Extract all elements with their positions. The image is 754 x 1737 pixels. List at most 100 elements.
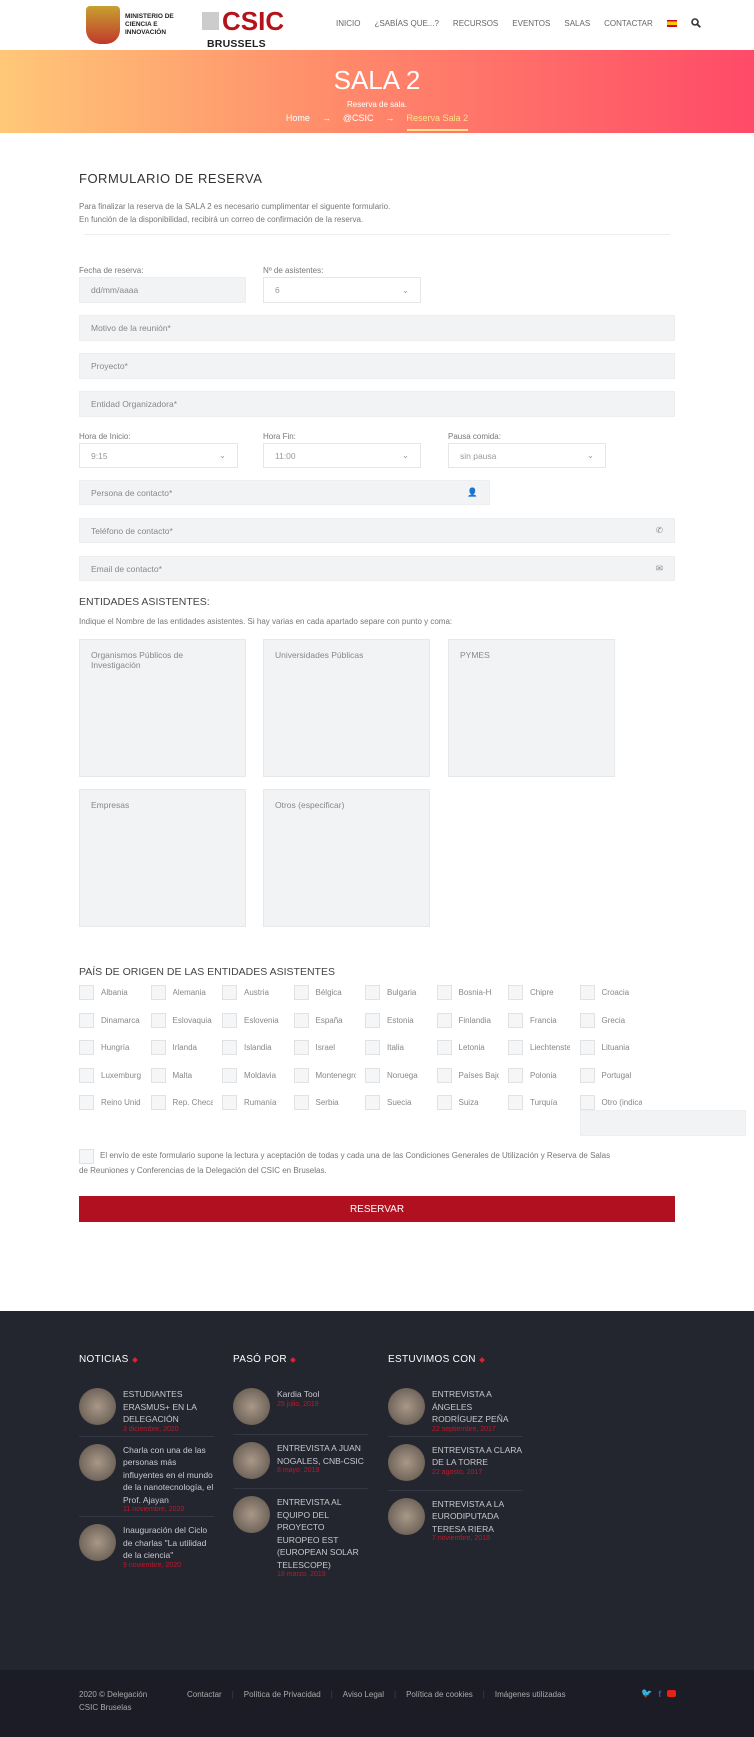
- post-title[interactable]: ENTREVISTA A CLARA DE LA TORRE: [432, 1444, 524, 1469]
- post-title[interactable]: ENTREVISTA A ÁNGELES RODRÍGUEZ PEÑA: [432, 1388, 524, 1426]
- country-checkbox[interactable]: [222, 985, 237, 1000]
- country-checkbox[interactable]: [79, 1040, 94, 1055]
- start-time-select[interactable]: 9:15 ⌄: [79, 443, 238, 468]
- footer-post[interactable]: ENTREVISTA A LA EURODIPUTADA TERESA RIER…: [388, 1497, 524, 1542]
- youtube-icon[interactable]: [667, 1690, 677, 1697]
- country-checkbox[interactable]: [79, 1012, 94, 1028]
- country-checkbox[interactable]: [293, 1095, 309, 1110]
- country-checkbox[interactable]: [79, 985, 94, 1000]
- motivo-input[interactable]: Motivo de la reunión*: [79, 315, 675, 341]
- attendees-select[interactable]: 6 ⌄: [263, 277, 421, 303]
- nav-eventos[interactable]: EVENTOS: [512, 19, 550, 28]
- post-title[interactable]: ENTREVISTA AL EQUIPO DEL PROYECTO EUROPE…: [277, 1496, 369, 1571]
- country-checkbox[interactable]: [579, 985, 595, 1000]
- spain-flag-icon[interactable]: [666, 19, 677, 27]
- reservar-button[interactable]: RESERVAR: [79, 1196, 675, 1222]
- textarea-empresas[interactable]: Empresas: [79, 789, 246, 927]
- country-checkbox[interactable]: [436, 1040, 452, 1055]
- nav-contactar[interactable]: CONTACTAR: [604, 19, 653, 28]
- search-icon[interactable]: [690, 18, 701, 28]
- country-checkbox[interactable]: [150, 1095, 166, 1110]
- contact-person-input[interactable]: Persona de contacto* 👤: [79, 480, 490, 505]
- country-checkbox[interactable]: [436, 1067, 452, 1083]
- post-title[interactable]: ENTREVISTA A JUAN NOGALES, CNB-CSIC: [277, 1442, 369, 1467]
- country-checkbox[interactable]: [79, 1067, 94, 1083]
- lunch-select[interactable]: sin pausa ⌄: [448, 443, 606, 468]
- breadcrumb-csic[interactable]: @CSIC: [343, 113, 374, 131]
- country-checkbox[interactable]: [365, 1067, 380, 1083]
- country-checkbox[interactable]: [150, 1040, 166, 1055]
- proyecto-input[interactable]: Proyecto*: [79, 353, 675, 379]
- footer-post[interactable]: Kardia Tool 25 julio, 2019: [233, 1388, 369, 1425]
- country-checkbox[interactable]: [293, 1012, 309, 1028]
- post-thumbnail[interactable]: [79, 1388, 116, 1425]
- country-checkbox[interactable]: [508, 1040, 523, 1055]
- entidad-input[interactable]: Entidad Organizadora*: [79, 391, 675, 417]
- other-country-input[interactable]: [580, 1110, 746, 1136]
- country-checkbox[interactable]: [508, 985, 523, 1000]
- post-thumbnail[interactable]: [388, 1497, 425, 1535]
- country-checkbox[interactable]: [222, 1067, 237, 1083]
- post-title[interactable]: Charla con una de las personas más influ…: [123, 1444, 215, 1507]
- country-checkbox[interactable]: [508, 1067, 523, 1083]
- footer-post[interactable]: Inauguración del Ciclo de charlas "La ut…: [79, 1524, 215, 1569]
- post-title[interactable]: ENTREVISTA A LA EURODIPUTADA TERESA RIER…: [432, 1498, 524, 1536]
- textarea-universidades[interactable]: Universidades Públicas: [263, 639, 430, 777]
- email-input[interactable]: Email de contacto* ✉: [79, 556, 675, 581]
- footer-link[interactable]: Aviso Legal: [343, 1690, 384, 1699]
- country-checkbox[interactable]: [508, 1012, 523, 1028]
- country-checkbox[interactable]: [579, 1095, 595, 1110]
- country-checkbox[interactable]: [222, 1040, 237, 1055]
- country-checkbox[interactable]: [222, 1095, 237, 1110]
- textarea-pymes[interactable]: PYMES: [448, 639, 615, 777]
- nav-inicio[interactable]: INICIO: [336, 19, 360, 28]
- post-thumbnail[interactable]: [233, 1442, 270, 1479]
- country-checkbox[interactable]: [436, 985, 452, 1000]
- country-checkbox[interactable]: [579, 1012, 595, 1028]
- footer-post[interactable]: Charla con una de las personas más influ…: [79, 1443, 215, 1513]
- breadcrumb-home[interactable]: Home: [286, 113, 310, 131]
- country-checkbox[interactable]: [293, 1067, 309, 1083]
- country-checkbox[interactable]: [365, 1095, 380, 1110]
- csic-logo[interactable]: CSICBRUSSELS OFFICE: [202, 8, 300, 62]
- footer-link[interactable]: Contactar: [187, 1690, 222, 1699]
- post-thumbnail[interactable]: [388, 1388, 425, 1425]
- textarea-otros[interactable]: Otros (especificar): [263, 789, 430, 927]
- country-checkbox[interactable]: [222, 1012, 237, 1028]
- facebook-icon[interactable]: f: [658, 1689, 661, 1699]
- date-input[interactable]: dd/mm/aaaa: [79, 277, 246, 303]
- post-title[interactable]: ESTUDIANTES ERASMUS+ EN LA DELEGACIÓN: [123, 1388, 215, 1426]
- country-checkbox[interactable]: [293, 1040, 309, 1055]
- end-time-select[interactable]: 11:00 ⌄: [263, 443, 421, 468]
- post-thumbnail[interactable]: [79, 1524, 116, 1561]
- country-checkbox[interactable]: [579, 1067, 595, 1083]
- country-checkbox[interactable]: [365, 985, 380, 1000]
- footer-post[interactable]: ENTREVISTA AL EQUIPO DEL PROYECTO EUROPE…: [233, 1496, 369, 1578]
- ministry-logo[interactable]: MINISTERIO DE CIENCIA E INNOVACIÓN: [86, 6, 181, 44]
- textarea-opis[interactable]: Organismos Públicos de Investigación: [79, 639, 246, 777]
- country-checkbox[interactable]: [436, 1095, 452, 1110]
- post-title[interactable]: Kardia Tool: [277, 1388, 369, 1401]
- post-thumbnail[interactable]: [79, 1443, 116, 1481]
- twitter-icon[interactable]: 🐦: [641, 1688, 652, 1699]
- footer-post[interactable]: ENTREVISTA A CLARA DE LA TORRE 22 agosto,…: [388, 1443, 524, 1481]
- phone-input[interactable]: Teléfono de contacto* ✆: [79, 518, 675, 543]
- country-checkbox[interactable]: [365, 1040, 380, 1055]
- nav-recursos[interactable]: RECURSOS: [453, 19, 498, 28]
- footer-post[interactable]: ENTREVISTA A ÁNGELES RODRÍGUEZ PEÑA 22 se…: [388, 1388, 524, 1433]
- terms-checkbox[interactable]: [79, 1149, 94, 1164]
- country-checkbox[interactable]: [436, 1012, 452, 1028]
- post-title[interactable]: Inauguración del Ciclo de charlas "La ut…: [123, 1524, 215, 1562]
- country-checkbox[interactable]: [365, 1012, 380, 1028]
- post-thumbnail[interactable]: [233, 1388, 270, 1425]
- country-checkbox[interactable]: [150, 985, 166, 1000]
- footer-post[interactable]: ENTREVISTA A JUAN NOGALES, CNB-CSIC 8 may…: [233, 1442, 369, 1479]
- post-thumbnail[interactable]: [388, 1443, 425, 1481]
- country-checkbox[interactable]: [293, 985, 309, 1000]
- nav-sabias-que[interactable]: ¿SABÍAS QUE...?: [374, 19, 438, 28]
- country-checkbox[interactable]: [79, 1095, 94, 1110]
- footer-link[interactable]: Imágenes utilizadas: [495, 1690, 566, 1699]
- footer-post[interactable]: ESTUDIANTES ERASMUS+ EN LA DELEGACIÓN 3 d…: [79, 1388, 215, 1433]
- country-checkbox[interactable]: [150, 1012, 166, 1028]
- footer-link[interactable]: Política de cookies: [406, 1690, 473, 1699]
